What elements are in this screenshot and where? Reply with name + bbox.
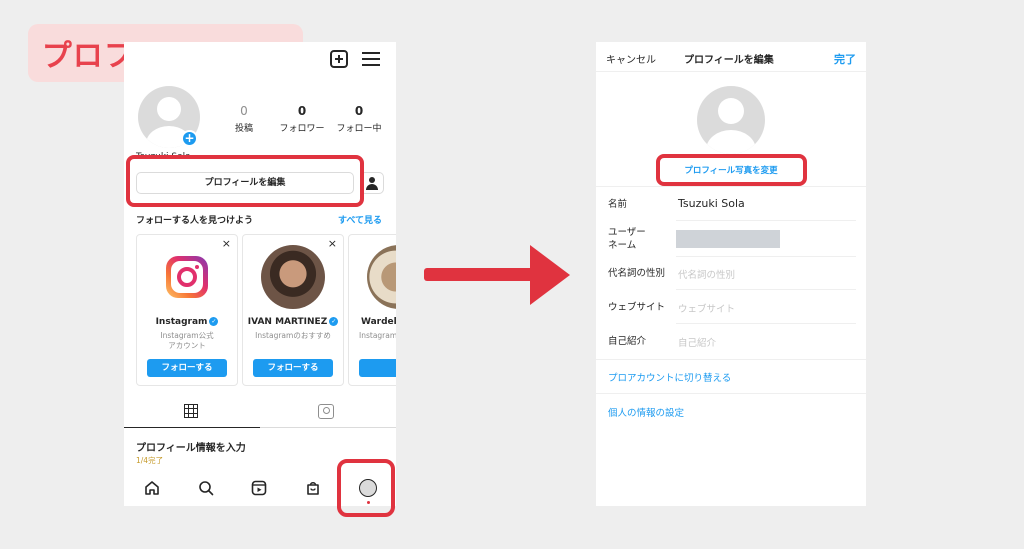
name-label: 名前 bbox=[608, 199, 628, 210]
profile-tabs bbox=[124, 396, 396, 428]
arrow-shaft bbox=[424, 268, 542, 281]
card-subtitle: Instagramのおすすめ bbox=[255, 331, 331, 340]
bio-field[interactable]: 自己紹介 bbox=[678, 335, 716, 349]
card-name: IVAN MARTINEZ ✓ bbox=[247, 317, 339, 327]
suggestion-card: × Instagram ✓ Instagram公式 アカウント フォローする bbox=[136, 234, 238, 386]
shop-icon[interactable] bbox=[305, 480, 321, 496]
website-field[interactable]: ウェブサイト bbox=[678, 301, 735, 315]
edit-avatar[interactable] bbox=[697, 86, 765, 154]
follow-button[interactable]: フォローする bbox=[253, 359, 333, 377]
highlight-profile-tab bbox=[337, 459, 395, 517]
edit-header: キャンセル プロフィールを編集 完了 bbox=[596, 42, 866, 72]
header-actions bbox=[330, 50, 380, 68]
follow-button[interactable]: フォ bbox=[359, 359, 396, 377]
search-icon[interactable] bbox=[198, 480, 214, 496]
reels-icon[interactable] bbox=[251, 480, 267, 496]
stat-followers[interactable]: 0 フォロワー bbox=[274, 104, 330, 134]
card-name: Wardell bbox=[361, 317, 396, 327]
home-icon[interactable] bbox=[144, 480, 160, 496]
name-field[interactable]: Tsuzuki Sola bbox=[678, 197, 745, 210]
done-button[interactable]: 完了 bbox=[834, 51, 856, 67]
stat-posts[interactable]: 0 投稿 bbox=[216, 104, 272, 134]
discover-title: フォローする人を見つけよう bbox=[136, 216, 254, 226]
instagram-logo-icon[interactable] bbox=[155, 245, 219, 309]
close-icon[interactable]: × bbox=[328, 237, 337, 250]
stat-following[interactable]: 0 フォロー中 bbox=[331, 104, 387, 134]
user-photo[interactable] bbox=[367, 245, 396, 309]
pronoun-label: 代名詞の性別 bbox=[608, 268, 666, 279]
website-label: ウェブサイト bbox=[608, 302, 666, 313]
menu-icon[interactable] bbox=[362, 50, 380, 68]
cancel-button[interactable]: キャンセル bbox=[606, 51, 656, 66]
profile-info-progress: 1/4完了 bbox=[136, 456, 164, 465]
new-post-icon[interactable] bbox=[330, 50, 348, 68]
card-name: Instagram ✓ bbox=[155, 317, 219, 327]
suggestion-card: × IVAN MARTINEZ ✓ Instagramのおすすめ フォローする bbox=[242, 234, 344, 386]
arrow-right-icon bbox=[530, 245, 570, 305]
tagged-icon[interactable] bbox=[318, 404, 334, 419]
user-photo[interactable] bbox=[261, 245, 325, 309]
username-field[interactable] bbox=[676, 230, 780, 248]
edit-profile-screen: キャンセル プロフィールを編集 完了 プロフィール写真を変更 名前 Tsuzuk… bbox=[596, 42, 866, 506]
person-add-icon bbox=[369, 177, 375, 183]
pronoun-field[interactable]: 代名詞の性別 bbox=[678, 267, 735, 281]
page-title: プロフィールを編集 bbox=[684, 55, 774, 66]
highlight-edit-profile bbox=[126, 155, 364, 207]
card-subtitle: Instagram bbox=[359, 331, 396, 340]
close-icon[interactable]: × bbox=[222, 237, 231, 250]
follow-button[interactable]: フォローする bbox=[147, 359, 227, 377]
pro-account-link[interactable]: プロアカウントに切り替える bbox=[608, 370, 731, 384]
verified-icon: ✓ bbox=[209, 317, 219, 326]
highlight-change-photo bbox=[656, 154, 807, 186]
suggestion-card: Wardell Instagram フォ bbox=[348, 234, 396, 386]
profile-screen: + 0 投稿 0 フォロワー 0 フォロー中 Tsuzuki Sola プロフィ… bbox=[124, 42, 396, 506]
see-all-link[interactable]: すべて見る bbox=[338, 213, 382, 226]
verified-icon: ✓ bbox=[329, 317, 339, 326]
card-subtitle: Instagram公式 アカウント bbox=[160, 331, 214, 350]
profile-info-title: プロフィール情報を入力 bbox=[136, 443, 246, 454]
grid-icon[interactable] bbox=[184, 404, 198, 418]
username-label: ユーザー ネーム bbox=[608, 227, 646, 251]
personal-info-link[interactable]: 個人の情報の設定 bbox=[608, 405, 684, 419]
add-story-icon[interactable]: + bbox=[181, 130, 198, 147]
bio-label: 自己紹介 bbox=[608, 336, 647, 347]
